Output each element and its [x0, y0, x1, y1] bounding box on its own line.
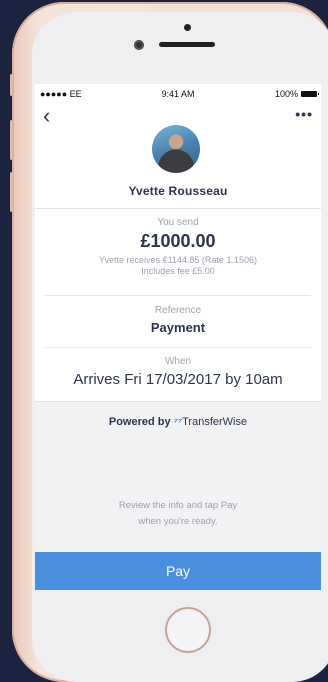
- receive-amount: Yvette receives €1144.85 (Rate 1.1506): [99, 255, 257, 265]
- battery-percent: 100%: [274, 89, 298, 99]
- reference-section: Reference Payment: [35, 305, 321, 335]
- send-section: You send £1000.00 Yvette receives €1144.…: [35, 217, 321, 276]
- camera-dot: [184, 24, 191, 31]
- fee-note: Includes fee £5.00: [141, 266, 215, 276]
- transferwise-logo-icon: ⁷⁷: [173, 416, 183, 428]
- send-amount: £1000.00: [140, 231, 216, 251]
- review-instructions: Review the info and tap Pay when you're …: [35, 498, 321, 530]
- when-section: When Arrives Fri 17/03/2017 by 10am: [35, 356, 321, 388]
- mute-switch: [10, 74, 13, 96]
- review-line-2: when you're ready.: [138, 516, 218, 527]
- transferwise-brand: TransferWise: [182, 416, 248, 428]
- battery-icon: [301, 91, 319, 97]
- divider: [45, 295, 311, 296]
- front-camera: [134, 40, 144, 50]
- volume-up-button: [10, 120, 13, 160]
- powered-by: Powered by ⁷⁷TransferWise: [35, 416, 321, 428]
- send-label: You send: [157, 217, 199, 228]
- recipient-name: Yvette Rousseau: [128, 184, 228, 198]
- recipient-avatar: [152, 125, 200, 173]
- home-button[interactable]: [165, 607, 211, 653]
- volume-down-button: [10, 172, 13, 212]
- earpiece-speaker: [159, 42, 215, 47]
- status-bar: ●●●●● EE 9:41 AM 100%: [35, 84, 321, 104]
- more-options-icon[interactable]: •••: [295, 106, 313, 122]
- phone-screen: ●●●●● EE 9:41 AM 100% ‹ ••• Yvette Rouss…: [35, 84, 321, 590]
- recipient-header: ‹ ••• Yvette Rousseau: [35, 104, 321, 214]
- transfer-details: You send £1000.00 Yvette receives €1144.…: [35, 208, 321, 402]
- reference-value: Payment: [150, 320, 206, 335]
- powered-by-label: Powered by: [108, 416, 171, 428]
- battery-status: 100%: [274, 89, 319, 99]
- review-line-1: Review the info and tap Pay: [118, 500, 238, 511]
- reference-label: Reference: [154, 305, 202, 316]
- arrival-date: Arrives Fri 17/03/2017 by 10am: [73, 371, 283, 388]
- pay-button[interactable]: Pay: [35, 552, 321, 590]
- divider: [45, 347, 311, 348]
- when-label: When: [164, 356, 192, 367]
- back-chevron-icon[interactable]: ‹: [43, 105, 50, 127]
